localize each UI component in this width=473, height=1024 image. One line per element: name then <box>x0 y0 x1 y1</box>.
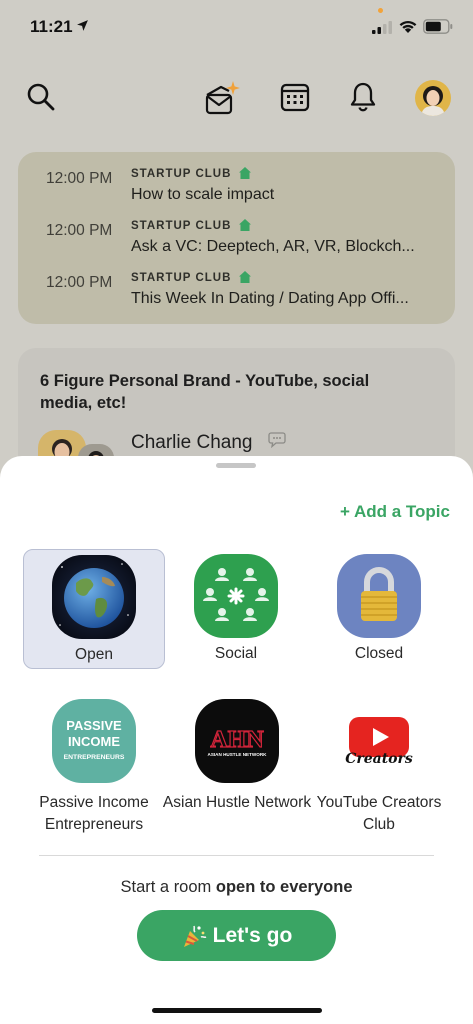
invite-button[interactable] <box>202 78 242 118</box>
globe-icon <box>52 555 136 639</box>
party-popper-icon <box>183 925 207 947</box>
logo-text: INCOME <box>68 734 120 749</box>
asian-hustle-network-logo: AHN ASIAN HUSTLE NETWORK <box>195 699 279 783</box>
profile-avatar[interactable] <box>415 80 451 116</box>
event-row[interactable]: 12:00 PM STARTUP CLUB Ask a VC: Deeptech… <box>18 218 455 270</box>
battery-icon <box>423 19 453 34</box>
room-type-closed[interactable]: Closed <box>308 549 450 669</box>
room-type-label: Closed <box>354 645 404 662</box>
notifications-button[interactable] <box>346 80 380 114</box>
status-bar: 11:21 <box>0 0 473 52</box>
passive-income-logo: PASSIVE INCOME ENTREPRENEURS <box>52 699 136 783</box>
home-icon <box>239 219 251 231</box>
go-label: Let's go <box>212 923 293 947</box>
lets-go-button[interactable]: Let's go <box>137 910 336 961</box>
envelope-sparkle-icon <box>205 81 240 115</box>
add-topic-link[interactable]: + Add a Topic <box>340 502 450 522</box>
calendar-icon <box>280 83 310 112</box>
event-row[interactable]: 12:00 PM STARTUP CLUB This Week In Datin… <box>18 270 455 322</box>
event-title: This Week In Dating / Dating App Offi... <box>131 290 409 307</box>
room-type-social[interactable]: Social <box>165 549 307 669</box>
people-icon <box>194 554 278 638</box>
club-label: Asian Hustle Network <box>162 794 312 811</box>
room-type-label: Open <box>75 646 113 663</box>
room-title: 6 Figure Personal Brand - YouTube, socia… <box>40 372 370 412</box>
event-club: STARTUP CLUB <box>131 272 232 284</box>
clock: 11:21 <box>30 17 73 36</box>
logo-text: AHN <box>210 727 264 753</box>
event-time: 12:00 PM <box>46 170 113 187</box>
logo-text: ENTREPRENEURS <box>64 754 125 761</box>
sheet-grabber[interactable] <box>216 463 256 468</box>
start-emphasis: open to everyone <box>215 878 353 896</box>
event-time: 12:00 PM <box>46 222 113 239</box>
start-prefix: Start a room <box>120 878 216 896</box>
event-title: How to scale impact <box>131 186 275 203</box>
event-time: 12:00 PM <box>46 274 113 291</box>
youtube-creators-logo: Creators <box>337 699 421 783</box>
home-indicator[interactable] <box>152 1008 322 1013</box>
event-club: STARTUP CLUB <box>131 168 232 180</box>
club-passive-income-entrepreneurs[interactable]: PASSIVE INCOME ENTREPRENEURS Passive Inc… <box>19 699 169 836</box>
home-icon <box>239 167 251 179</box>
lock-icon <box>337 554 421 638</box>
event-title: Ask a VC: Deeptech, AR, VR, Blockch... <box>131 238 415 255</box>
club-youtube-creators-club[interactable]: Creators YouTube Creators Club <box>304 699 454 836</box>
speech-bubble-icon <box>268 432 286 448</box>
club-asian-hustle-network[interactable]: AHN ASIAN HUSTLE NETWORK Asian Hustle Ne… <box>162 699 312 814</box>
room-type-label: Social <box>214 645 258 662</box>
location-arrow-icon <box>77 20 88 31</box>
logo-text: PASSIVE <box>66 718 122 733</box>
upcoming-events-card[interactable]: 12:00 PM STARTUP CLUB How to scale impac… <box>18 152 455 324</box>
home-icon <box>239 271 251 283</box>
room-type-open[interactable]: Open <box>23 549 165 669</box>
search-button[interactable] <box>24 80 58 114</box>
cellular-signal-icon <box>372 21 392 34</box>
event-club: STARTUP CLUB <box>131 220 232 232</box>
logo-text: ASIAN HUSTLE NETWORK <box>208 752 268 757</box>
search-icon <box>27 83 55 111</box>
bell-icon <box>350 82 376 112</box>
calendar-button[interactable] <box>278 80 312 114</box>
wifi-icon <box>399 20 417 33</box>
start-room-description: Start a room open to everyone <box>0 878 473 897</box>
club-label: YouTube Creators Club <box>316 794 442 833</box>
camera-indicator-dot <box>378 8 383 13</box>
start-room-sheet: + Add a Topic Open Social Closed PASSIVE… <box>0 456 473 1024</box>
speaker-name: Charlie Chang <box>131 432 253 453</box>
user-avatar-photo <box>415 80 451 116</box>
top-navigation <box>0 72 473 128</box>
logo-text: Creators <box>345 751 413 767</box>
club-label: Passive Income Entrepreneurs <box>39 794 149 833</box>
event-row[interactable]: 12:00 PM STARTUP CLUB How to scale impac… <box>18 166 455 218</box>
divider <box>39 855 434 856</box>
